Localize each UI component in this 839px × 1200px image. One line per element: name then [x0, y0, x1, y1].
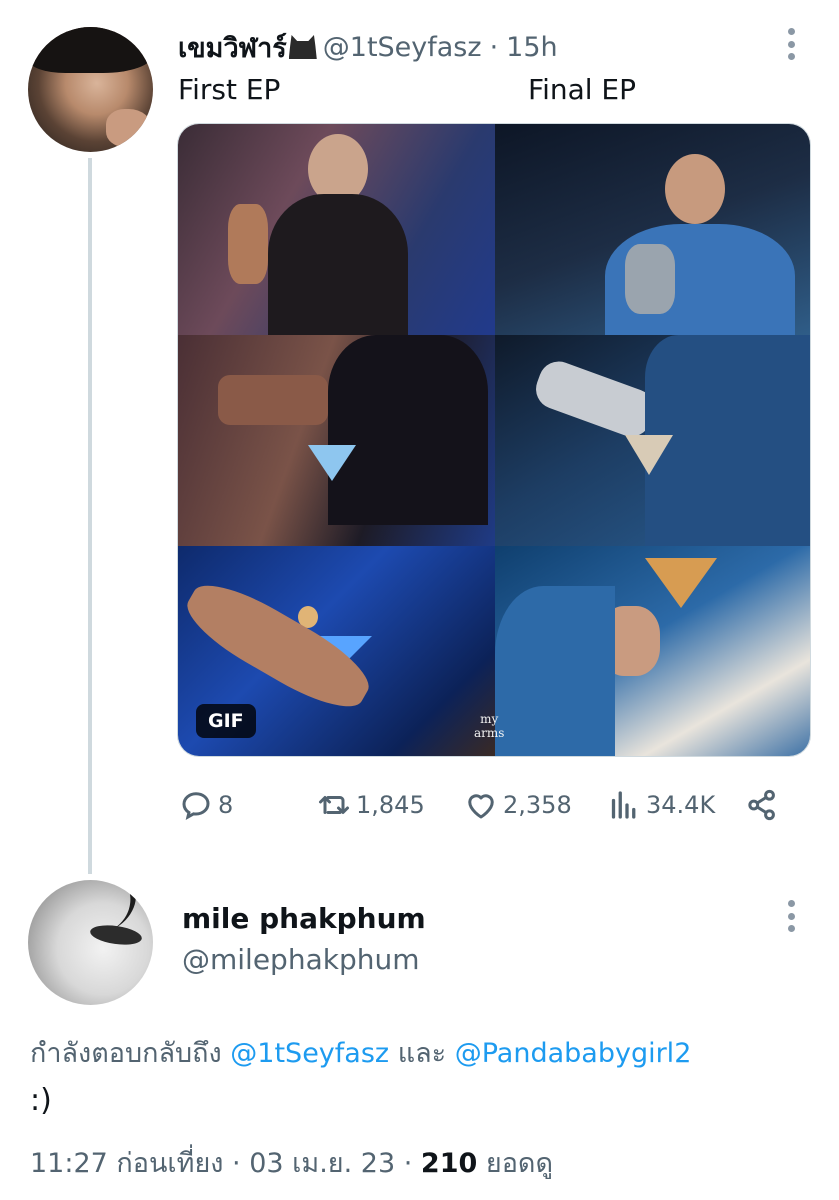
tweet-actions: 8 1,845 2,358 34.4K — [178, 784, 783, 826]
tweet-metadata: 11:27 ก่อนเที่ยง · 03 เม.ย. 23 · 210 ยอด… — [30, 1141, 553, 1184]
media-tile — [178, 124, 495, 335]
reply-date[interactable]: 03 เม.ย. 23 — [249, 1148, 395, 1179]
author-handle[interactable]: @1tSeyfasz — [323, 32, 482, 63]
tweet-media-gif[interactable]: GIF my arms — [177, 123, 811, 757]
views-chart-icon — [611, 791, 636, 819]
views-button[interactable]: 34.4K — [606, 784, 715, 826]
thread-connector-line — [88, 158, 92, 874]
reply-author-handle[interactable]: @milephakphum — [182, 943, 420, 976]
avatar-hair — [28, 27, 153, 73]
caption-final-ep: Final EP — [528, 73, 637, 106]
like-button[interactable]: 2,358 — [463, 784, 572, 826]
header-separator: · — [489, 31, 499, 63]
heart-icon — [468, 794, 494, 819]
media-tile — [495, 124, 810, 335]
mention-link[interactable]: @1tSeyfasz — [230, 1038, 389, 1069]
media-tile — [178, 335, 495, 546]
media-watermark: my arms — [474, 712, 504, 740]
black-cat-icon — [288, 35, 317, 59]
meta-separator: · — [232, 1148, 241, 1179]
share-button[interactable] — [744, 784, 780, 826]
replying-to-line: กำลังตอบกลับถึง @1tSeyfasz และ @Pandabab… — [30, 1031, 691, 1074]
author-name[interactable]: เขมวิฬาร์ — [178, 26, 287, 69]
watermark-line: arms — [474, 726, 505, 740]
meta-separator: · — [403, 1148, 413, 1179]
reply-text: :) — [30, 1083, 52, 1118]
author-avatar[interactable] — [28, 27, 153, 152]
watermark-line: my — [480, 712, 499, 726]
mention-link[interactable]: @Pandababygirl2 — [455, 1038, 692, 1069]
gif-badge[interactable]: GIF — [196, 704, 256, 738]
tweet-header: เขมวิฬาร์ @1tSeyfasz · 15h — [178, 28, 558, 66]
media-tile — [495, 335, 810, 546]
tweet-time[interactable]: 15h — [506, 32, 557, 63]
views-count: 34.4K — [646, 791, 716, 819]
more-options-icon[interactable] — [788, 900, 796, 932]
more-options-icon[interactable] — [788, 28, 796, 60]
reply-author-name[interactable]: mile phakphum — [182, 902, 426, 935]
reply-views-label: ยอดดู — [485, 1148, 553, 1179]
retweet-count: 1,845 — [356, 791, 425, 819]
replying-prefix: กำลังตอบกลับถึง — [30, 1038, 222, 1069]
like-count: 2,358 — [503, 791, 572, 819]
share-icon — [748, 789, 775, 821]
retweet-button[interactable]: 1,845 — [316, 784, 425, 826]
reply-button[interactable]: 8 — [178, 784, 233, 826]
avatar-hand — [106, 109, 152, 147]
reply-icon — [182, 792, 210, 820]
retweet-icon — [319, 796, 349, 814]
reply-author-avatar[interactable] — [28, 880, 153, 1005]
reply-views-count: 210 — [420, 1148, 478, 1179]
media-tile — [495, 546, 810, 756]
reply-time[interactable]: 11:27 ก่อนเที่ยง — [30, 1148, 223, 1179]
reply-count: 8 — [218, 791, 234, 819]
caption-first-ep: First EP — [178, 73, 281, 106]
replying-conjunction: และ — [397, 1038, 447, 1069]
avatar-eye — [89, 922, 143, 948]
